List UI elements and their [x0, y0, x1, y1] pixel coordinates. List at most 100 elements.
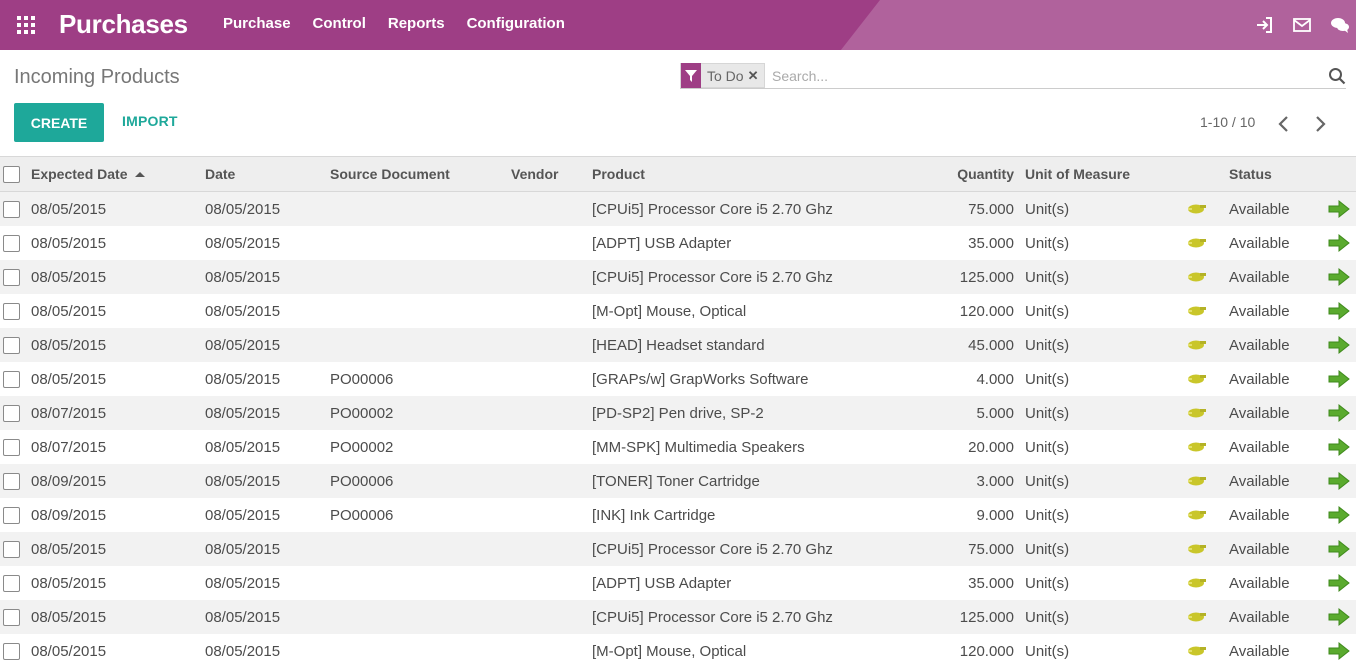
row-checkbox[interactable] — [2, 370, 20, 388]
cell-date: 08/05/2015 — [205, 574, 281, 592]
row-select-cell — [2, 464, 20, 498]
import-button[interactable]: IMPORT — [122, 113, 178, 129]
search-input[interactable] — [772, 65, 1312, 87]
row-checkbox[interactable] — [2, 336, 20, 354]
row-checkbox[interactable] — [2, 302, 20, 320]
cell-status: Available — [1229, 506, 1290, 524]
cell-unit-of-measure: Unit(s) — [1025, 540, 1070, 558]
cell-status: Available — [1229, 404, 1290, 422]
column-header-source-document[interactable]: Source Document — [330, 157, 450, 191]
process-arrow-icon[interactable] — [1326, 600, 1352, 634]
column-header-date[interactable]: Date — [205, 157, 235, 191]
column-label: Expected Date — [31, 166, 128, 182]
select-all-checkbox[interactable] — [2, 165, 20, 183]
row-checkbox[interactable] — [2, 404, 20, 422]
availability-icon — [1186, 464, 1208, 498]
process-arrow-icon[interactable] — [1326, 430, 1352, 464]
process-arrow-icon[interactable] — [1326, 192, 1352, 226]
cell-expected-date: 08/05/2015 — [31, 642, 107, 660]
pager-next-icon[interactable] — [1312, 114, 1328, 134]
menu-item-purchase[interactable]: Purchase — [212, 15, 302, 32]
table-row[interactable]: 08/05/2015 08/05/2015 [HEAD] Headset stand… — [0, 328, 1356, 362]
facet-remove-icon[interactable]: ✕ — [748, 68, 765, 84]
cell-quantity: 35.000 — [968, 234, 1014, 252]
column-header-quantity[interactable]: Quantity — [900, 157, 1014, 191]
filter-icon — [681, 63, 701, 88]
table-row[interactable]: 08/07/2015 08/05/2015 PO00002 [PD-SP2] Pen … — [0, 396, 1356, 430]
sign-in-icon[interactable] — [1254, 15, 1274, 35]
table-row[interactable]: 08/05/2015 08/05/2015 [ADPT] USB Adapter 35… — [0, 566, 1356, 600]
process-arrow-icon[interactable] — [1326, 226, 1352, 260]
cell-unit-of-measure: Unit(s) — [1025, 642, 1070, 660]
table-row[interactable]: 08/05/2015 08/05/2015 [CPUi5] Processor Co… — [0, 192, 1356, 226]
cell-product: [ADPT] USB Adapter — [592, 574, 732, 592]
row-checkbox[interactable] — [2, 506, 20, 524]
process-arrow-icon[interactable] — [1326, 464, 1352, 498]
process-arrow-icon[interactable] — [1326, 328, 1352, 362]
table-row[interactable]: 08/05/2015 08/05/2015 [ADPT] USB Adapter 35… — [0, 226, 1356, 260]
table-row[interactable]: 08/05/2015 08/05/2015 [CPUi5] Processor Co… — [0, 260, 1356, 294]
row-checkbox[interactable] — [2, 234, 20, 252]
table-row[interactable]: 08/07/2015 08/05/2015 PO00002 [MM-SPK] Mult… — [0, 430, 1356, 464]
row-checkbox[interactable] — [2, 642, 20, 660]
cell-product: [INK] Ink Cartridge — [592, 506, 716, 524]
table-row[interactable]: 08/05/2015 08/05/2015 PO00006 [GRAPs/w] Gra… — [0, 362, 1356, 396]
process-arrow-icon[interactable] — [1326, 362, 1352, 396]
column-header-vendor[interactable]: Vendor — [511, 157, 558, 191]
menu-item-configuration[interactable]: Configuration — [456, 15, 576, 32]
process-arrow-icon[interactable] — [1326, 260, 1352, 294]
cell-unit-of-measure: Unit(s) — [1025, 438, 1070, 456]
cell-quantity: 75.000 — [968, 540, 1014, 558]
column-header-unit-of-measure[interactable]: Unit of Measure — [1025, 157, 1130, 191]
process-arrow-icon[interactable] — [1326, 396, 1352, 430]
table-row[interactable]: 08/05/2015 08/05/2015 [CPUi5] Processor Co… — [0, 600, 1356, 634]
list-body: 08/05/2015 08/05/2015 [CPUi5] Processor Co… — [0, 192, 1356, 668]
table-row[interactable]: 08/05/2015 08/05/2015 [M-Opt] Mouse, Optic… — [0, 294, 1356, 328]
search-icon[interactable] — [1328, 67, 1346, 85]
cell-expected-date: 08/05/2015 — [31, 200, 107, 218]
cell-status: Available — [1229, 642, 1290, 660]
create-button[interactable]: CREATE — [14, 103, 104, 142]
select-all-cell — [2, 157, 20, 191]
column-header-status[interactable]: Status — [1229, 157, 1272, 191]
pager-value[interactable]: 1-10 / 10 — [1200, 114, 1255, 130]
process-arrow-icon[interactable] — [1326, 634, 1352, 668]
row-checkbox[interactable] — [2, 540, 20, 558]
row-checkbox[interactable] — [2, 200, 20, 218]
row-checkbox[interactable] — [2, 268, 20, 286]
table-row[interactable]: 08/05/2015 08/05/2015 [M-Opt] Mouse, Optic… — [0, 634, 1356, 668]
cell-date: 08/05/2015 — [205, 268, 281, 286]
table-row[interactable]: 08/09/2015 08/05/2015 PO00006 [TONER] Toner… — [0, 464, 1356, 498]
table-row[interactable]: 08/05/2015 08/05/2015 [CPUi5] Processor Co… — [0, 532, 1356, 566]
row-select-cell — [2, 328, 20, 362]
search-bar: To Do ✕ — [680, 63, 1346, 89]
systray — [1236, 15, 1350, 35]
row-checkbox[interactable] — [2, 438, 20, 456]
menu-item-reports[interactable]: Reports — [377, 15, 456, 32]
envelope-icon[interactable] — [1292, 15, 1312, 35]
row-checkbox[interactable] — [2, 608, 20, 626]
cell-unit-of-measure: Unit(s) — [1025, 404, 1070, 422]
chat-icon[interactable] — [1330, 15, 1350, 35]
row-checkbox[interactable] — [2, 574, 20, 592]
row-checkbox[interactable] — [2, 472, 20, 490]
process-arrow-icon[interactable] — [1326, 294, 1352, 328]
cell-quantity: 35.000 — [968, 574, 1014, 592]
cell-quantity: 120.000 — [959, 302, 1014, 320]
cell-source-document: PO00006 — [330, 472, 394, 490]
process-arrow-icon[interactable] — [1326, 566, 1352, 600]
page-title: Incoming Products — [14, 66, 180, 88]
cell-date: 08/05/2015 — [205, 404, 281, 422]
process-arrow-icon[interactable] — [1326, 498, 1352, 532]
apps-grid-icon[interactable] — [16, 15, 36, 35]
cell-date: 08/05/2015 — [205, 302, 281, 320]
cell-product: [PD-SP2] Pen drive, SP-2 — [592, 404, 764, 422]
menu-item-control[interactable]: Control — [302, 15, 377, 32]
cell-unit-of-measure: Unit(s) — [1025, 336, 1070, 354]
table-row[interactable]: 08/09/2015 08/05/2015 PO00006 [INK] Ink Car… — [0, 498, 1356, 532]
pager-previous-icon[interactable] — [1276, 114, 1292, 134]
process-arrow-icon[interactable] — [1326, 532, 1352, 566]
column-header-product[interactable]: Product — [592, 157, 645, 191]
column-header-expected-date[interactable]: Expected Date — [31, 157, 146, 191]
cell-unit-of-measure: Unit(s) — [1025, 506, 1070, 524]
